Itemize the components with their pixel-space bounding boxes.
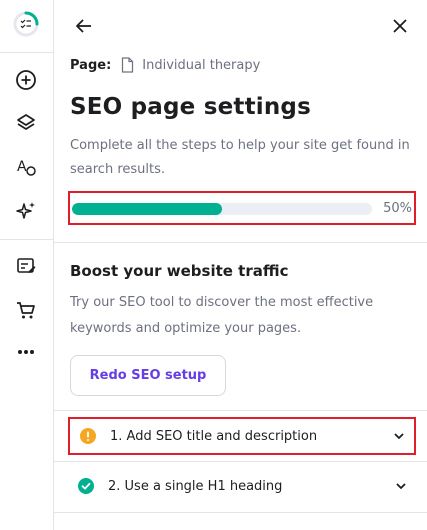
seo-step-item[interactable]: 1. Add SEO title and description <box>68 417 416 455</box>
svg-text:A: A <box>17 159 27 175</box>
boost-title: Boost your website traffic <box>70 262 289 280</box>
chevron-down-icon[interactable] <box>394 479 408 493</box>
check-circle-icon <box>78 478 94 494</box>
progress-fill <box>72 203 222 215</box>
progress-track <box>72 203 372 215</box>
document-icon <box>121 57 134 73</box>
page-label: Page: <box>70 57 112 73</box>
layers-icon[interactable] <box>12 109 40 137</box>
progress-percent: 50% <box>383 201 412 216</box>
page-description: Complete all the steps to help your site… <box>70 138 410 177</box>
seo-settings-panel: Page: Individual therapy SEO page settin… <box>54 0 427 530</box>
rail-divider <box>0 52 53 53</box>
style-icon[interactable]: A <box>12 153 40 181</box>
edit-list-icon[interactable] <box>12 252 40 280</box>
more-icon[interactable] <box>12 338 40 366</box>
seo-progress: 50% <box>68 191 416 225</box>
section-divider <box>54 512 427 513</box>
left-sidebar: A <box>0 0 54 530</box>
chevron-down-icon[interactable] <box>392 429 406 443</box>
section-divider <box>54 410 427 411</box>
section-divider <box>54 242 427 243</box>
close-icon[interactable] <box>388 14 412 38</box>
boost-description: Try our SEO tool to discover the most ef… <box>70 295 374 336</box>
cart-icon[interactable] <box>12 296 40 324</box>
page-title: SEO page settings <box>70 94 311 120</box>
add-icon[interactable] <box>12 66 40 94</box>
step-label: 1. Add SEO title and description <box>110 428 318 444</box>
redo-seo-setup-button[interactable]: Redo SEO setup <box>70 355 226 396</box>
section-divider <box>54 461 427 462</box>
checklist-progress-icon[interactable] <box>12 10 40 38</box>
current-page-indicator: Page: Individual therapy <box>70 56 260 74</box>
arrow-left-icon[interactable] <box>72 14 96 38</box>
step-label: 2. Use a single H1 heading <box>108 478 283 494</box>
ai-sparkle-icon[interactable] <box>12 197 40 225</box>
warning-icon <box>80 428 96 444</box>
seo-step-item[interactable]: 2. Use a single H1 heading <box>68 467 416 505</box>
page-name: Individual therapy <box>142 57 261 73</box>
rail-divider <box>0 239 53 240</box>
